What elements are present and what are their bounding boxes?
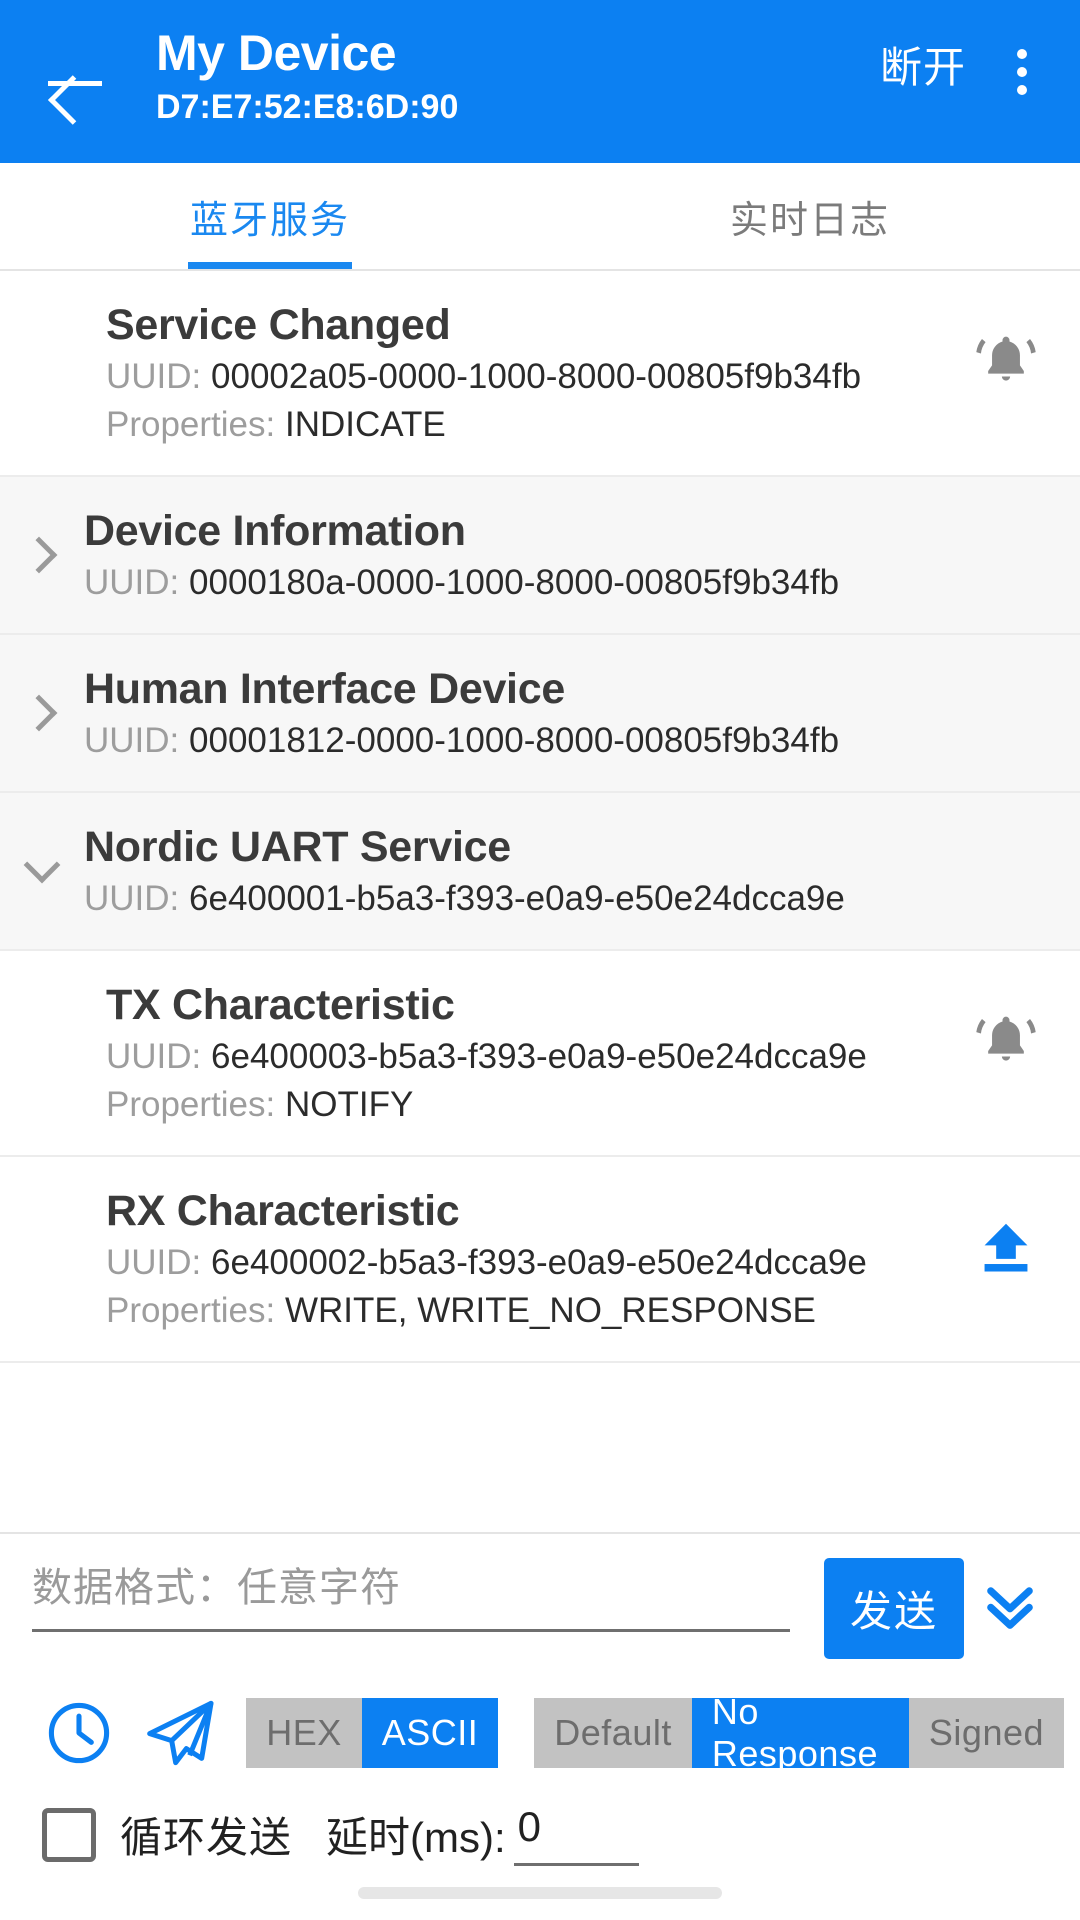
quick-send-button[interactable] xyxy=(129,1685,230,1781)
uuid-label: UUID: xyxy=(106,1037,202,1076)
bell-ring-icon xyxy=(975,331,1037,393)
clock-icon xyxy=(48,1702,109,1764)
list-item-tx-characteristic[interactable]: TX Characteristic UUID: 6e400003-b5a3-f3… xyxy=(0,951,1080,1157)
row-properties: Properties: WRITE, WRITE_NO_RESPONSE xyxy=(106,1287,958,1335)
back-button[interactable] xyxy=(0,0,150,163)
row-content: Nordic UART Service UUID: 6e400001-b5a3-… xyxy=(84,793,1054,949)
chevron-right-icon xyxy=(0,694,84,732)
list-item-human-interface-device[interactable]: Human Interface Device UUID: 00001812-00… xyxy=(0,635,1080,793)
page-title: My Device xyxy=(156,25,397,81)
send-bar: 发送 xyxy=(0,1532,1080,1659)
uuid-value: 00001812-0000-1000-8000-00805f9b34fb xyxy=(189,721,840,760)
disconnect-button[interactable]: 断开 xyxy=(864,42,982,94)
data-input[interactable] xyxy=(32,1556,790,1632)
options-bar: HEX ASCII Default No Response Signed xyxy=(0,1659,1080,1781)
delay-label: 延时(ms): xyxy=(326,1814,506,1861)
history-button[interactable] xyxy=(28,1685,129,1781)
properties-value: WRITE, WRITE_NO_RESPONSE xyxy=(284,1291,816,1330)
properties-value: NOTIFY xyxy=(284,1085,414,1124)
upload-icon xyxy=(975,1217,1037,1279)
segment-ascii[interactable]: ASCII xyxy=(361,1698,499,1768)
properties-value: INDICATE xyxy=(284,405,446,444)
write-button[interactable] xyxy=(958,1211,1054,1307)
row-uuid: UUID: 6e400001-b5a3-f393-e0a9-e50e24dcca… xyxy=(84,875,1054,923)
uuid-label: UUID: xyxy=(106,1243,202,1282)
dot xyxy=(1017,49,1027,59)
properties-label: Properties: xyxy=(106,405,276,444)
dot xyxy=(1017,85,1027,95)
uuid-value: 6e400001-b5a3-f393-e0a9-e50e24dcca9e xyxy=(189,879,845,918)
paper-plane-icon xyxy=(146,1700,214,1766)
uuid-value: 0000180a-0000-1000-8000-00805f9b34fb xyxy=(189,563,840,602)
row-uuid: UUID: 0000180a-0000-1000-8000-00805f9b34… xyxy=(84,559,1054,607)
segment-signed[interactable]: Signed xyxy=(908,1698,1065,1768)
list-item-device-information[interactable]: Device Information UUID: 0000180a-0000-1… xyxy=(0,477,1080,635)
tab-label: 蓝牙服务 xyxy=(189,199,350,242)
service-list: Service Changed UUID: 00002a05-0000-1000… xyxy=(0,271,1080,1532)
app-screen: My Device D7:E7:52:E8:6D:90 断开 蓝牙服务 实时日志… xyxy=(0,0,1080,1920)
list-item-service-changed[interactable]: Service Changed UUID: 00002a05-0000-1000… xyxy=(0,271,1080,477)
chevron-double-down-icon[interactable] xyxy=(964,1560,1056,1652)
uuid-value: 6e400003-b5a3-f393-e0a9-e50e24dcca9e xyxy=(211,1037,867,1076)
segment-default[interactable]: Default xyxy=(534,1698,692,1768)
row-title: Human Interface Device xyxy=(84,665,565,713)
write-mode-segmented-control: Default No Response Signed xyxy=(534,1691,1065,1774)
loop-send-checkbox[interactable] xyxy=(42,1807,96,1862)
chevron-right-icon xyxy=(0,536,84,574)
uuid-label: UUID: xyxy=(84,879,180,918)
properties-label: Properties: xyxy=(106,1085,276,1124)
device-address: D7:E7:52:E8:6D:90 xyxy=(156,88,459,126)
loop-send-label: 循环发送 xyxy=(120,1814,293,1861)
row-title: RX Characteristic xyxy=(106,1187,460,1235)
uuid-label: UUID: xyxy=(106,357,202,396)
row-title: Nordic UART Service xyxy=(84,823,511,871)
dot xyxy=(1017,67,1027,77)
chevron-down-icon xyxy=(0,846,84,884)
uuid-value: 00002a05-0000-1000-8000-00805f9b34fb xyxy=(211,357,862,396)
row-action[interactable] xyxy=(958,325,1054,421)
list-item-nordic-uart-service[interactable]: Nordic UART Service UUID: 6e400001-b5a3-… xyxy=(0,793,1080,951)
loop-send-row: 循环发送 延时(ms): xyxy=(0,1781,1080,1866)
bell-ring-icon xyxy=(975,1011,1037,1073)
row-title: Device Information xyxy=(84,507,466,555)
row-uuid: UUID: 00001812-0000-1000-8000-00805f9b34… xyxy=(84,717,1054,765)
properties-label: Properties: xyxy=(106,1291,276,1330)
tab-bluetooth-services[interactable]: 蓝牙服务 xyxy=(0,163,540,269)
segment-no-response[interactable]: No Response xyxy=(691,1691,909,1774)
row-properties: Properties: INDICATE xyxy=(106,401,958,449)
delay-input[interactable] xyxy=(513,1803,639,1866)
app-bar-titles: My Device D7:E7:52:E8:6D:90 xyxy=(156,0,864,130)
row-uuid: UUID: 00002a05-0000-1000-8000-00805f9b34… xyxy=(106,353,958,401)
uuid-label: UUID: xyxy=(84,721,180,760)
arrow-left-icon xyxy=(45,52,105,112)
more-vertical-icon[interactable] xyxy=(982,42,1062,102)
row-properties: Properties: NOTIFY xyxy=(106,1081,958,1129)
app-bar-actions: 断开 xyxy=(864,0,1080,102)
tab-realtime-log[interactable]: 实时日志 xyxy=(540,163,1080,269)
send-button[interactable]: 发送 xyxy=(823,1558,964,1659)
app-bar: My Device D7:E7:52:E8:6D:90 断开 xyxy=(0,0,1080,163)
home-indicator-area xyxy=(0,1866,1080,1920)
tab-bar: 蓝牙服务 实时日志 xyxy=(0,163,1080,271)
row-title: Service Changed xyxy=(106,301,451,349)
row-content: Device Information UUID: 0000180a-0000-1… xyxy=(84,477,1054,633)
list-item-rx-characteristic[interactable]: RX Characteristic UUID: 6e400002-b5a3-f3… xyxy=(0,1157,1080,1363)
tab-label: 实时日志 xyxy=(729,199,890,242)
uuid-label: UUID: xyxy=(84,563,180,602)
row-content: TX Characteristic UUID: 6e400003-b5a3-f3… xyxy=(0,951,958,1155)
row-content: Human Interface Device UUID: 00001812-00… xyxy=(84,635,1054,791)
segment-hex[interactable]: HEX xyxy=(246,1698,362,1768)
home-indicator xyxy=(358,1887,722,1899)
row-uuid: UUID: 6e400002-b5a3-f393-e0a9-e50e24dcca… xyxy=(106,1239,958,1287)
row-content: Service Changed UUID: 00002a05-0000-1000… xyxy=(0,271,958,475)
notify-toggle-button[interactable] xyxy=(958,1005,1054,1101)
row-content: RX Characteristic UUID: 6e400002-b5a3-f3… xyxy=(0,1157,958,1361)
data-input-wrap xyxy=(32,1556,810,1632)
row-title: TX Characteristic xyxy=(106,981,455,1029)
row-uuid: UUID: 6e400003-b5a3-f393-e0a9-e50e24dcca… xyxy=(106,1033,958,1081)
uuid-value: 6e400002-b5a3-f393-e0a9-e50e24dcca9e xyxy=(211,1243,867,1282)
format-segmented-control: HEX ASCII xyxy=(246,1698,499,1768)
